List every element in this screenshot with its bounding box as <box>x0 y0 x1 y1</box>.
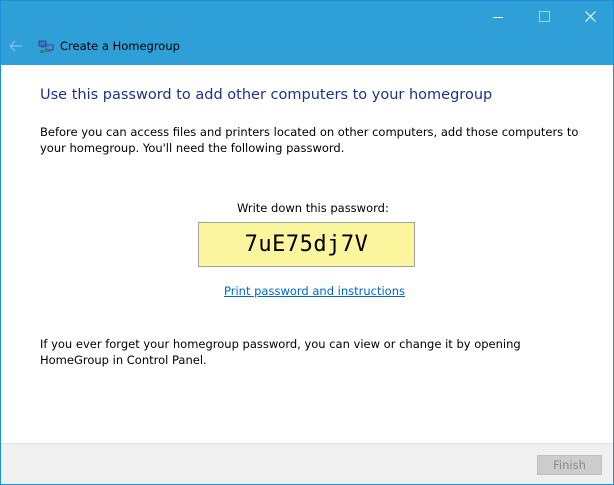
password-value: 7uE75dj7V <box>244 232 369 257</box>
back-arrow-icon <box>9 40 22 52</box>
homegroup-icon <box>38 40 54 53</box>
close-button[interactable] <box>567 1 613 31</box>
finish-button[interactable]: Finish <box>537 455 602 475</box>
footnote-text: If you ever forget your homegroup passwo… <box>40 337 521 367</box>
print-password-link[interactable]: Print password and instructions <box>224 284 405 298</box>
maximize-button[interactable] <box>521 1 567 31</box>
minimize-icon <box>493 16 503 18</box>
wizard-content: Use this password to add other computers… <box>1 65 613 443</box>
intro-text: Before you can access files and printers… <box>40 125 579 155</box>
title-bar[interactable]: Create a Homegroup <box>1 1 613 65</box>
page-heading: Use this password to add other computers… <box>40 87 493 103</box>
password-box: 7uE75dj7V <box>198 222 415 267</box>
wizard-footer: Finish <box>1 443 613 484</box>
window-title: Create a Homegroup <box>60 39 180 53</box>
create-homegroup-window: Create a Homegroup Use this password to … <box>0 0 614 485</box>
password-label: Write down this password: <box>237 201 389 215</box>
minimize-button[interactable] <box>475 1 521 31</box>
close-icon <box>584 10 596 22</box>
maximize-icon <box>538 10 550 22</box>
back-button[interactable] <box>7 37 25 55</box>
